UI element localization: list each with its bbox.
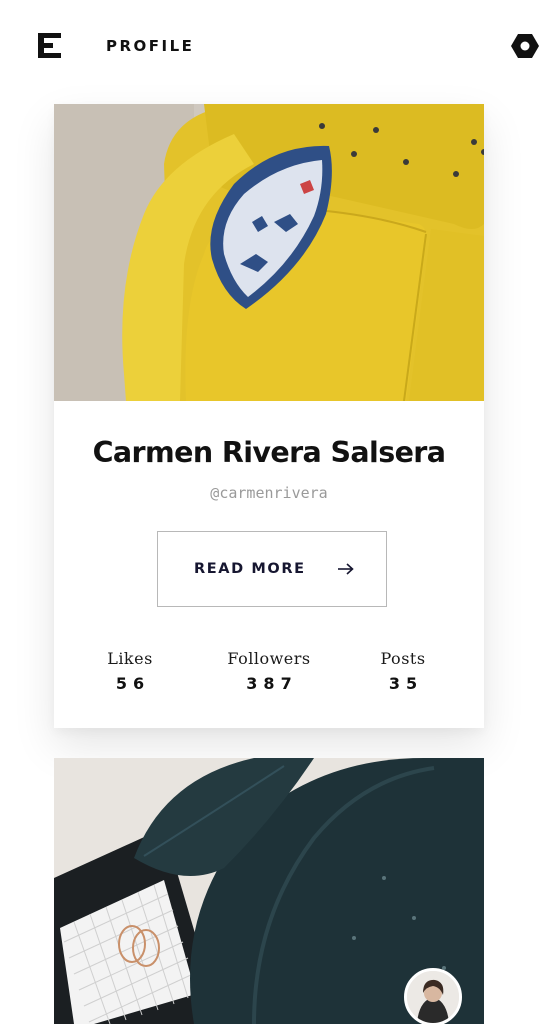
arrow-right-icon [338,563,354,575]
stats-row: Likes 56 Followers 387 Posts 35 [54,649,484,709]
profile-card: Carmen Rivera Salsera @carmenrivera READ… [54,104,484,728]
cover-image [54,104,484,401]
menu-icon[interactable] [38,33,61,59]
read-more-button[interactable]: READ MORE [157,531,387,607]
profile-handle[interactable]: @carmenrivera [54,484,484,502]
profile-name: Carmen Rivera Salsera [92,436,446,469]
stat-value: 387 [246,674,298,693]
stat-posts[interactable]: Posts 35 [367,649,439,693]
stat-likes[interactable]: Likes 56 [94,649,166,693]
stat-label: Followers [227,649,311,668]
stat-value: 56 [115,674,151,693]
stat-value: 35 [388,674,424,693]
settings-icon[interactable] [510,31,540,61]
page-title: PROFILE [106,37,195,55]
stat-label: Likes [107,649,153,668]
stat-followers[interactable]: Followers 387 [216,649,322,693]
header: PROFILE [0,0,551,92]
avatar[interactable] [404,968,462,1026]
stat-label: Posts [380,649,426,668]
read-more-label: READ MORE [194,561,306,577]
